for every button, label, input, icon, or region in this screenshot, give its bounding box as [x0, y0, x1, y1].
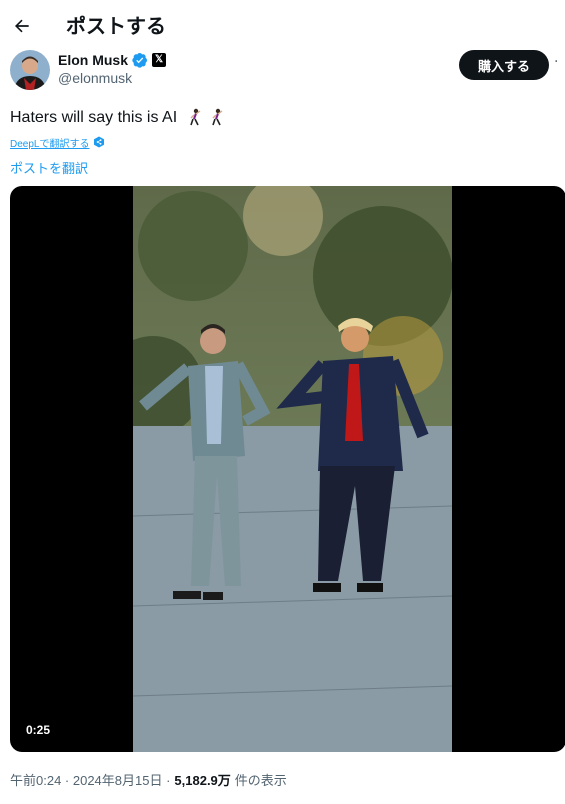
translate-post-link[interactable]: ポストを翻訳	[10, 158, 88, 177]
author-name[interactable]: Elon Musk	[58, 52, 128, 68]
deepl-logo-icon[interactable]	[93, 136, 105, 148]
view-count: 5,182.9万	[174, 773, 231, 788]
deepl-translate-link[interactable]: DeepLで翻訳する	[10, 135, 89, 150]
post-meta: 午前0:24 · 2024年8月15日 · 5,182.9万 件の表示	[10, 770, 287, 789]
view-count-label[interactable]: 件の表示	[235, 770, 287, 789]
video-timestamp: 0:25	[26, 723, 51, 737]
post-text: Haters will say this is AI	[10, 109, 178, 126]
arrow-left-icon	[15, 19, 29, 33]
x-affiliate-badge-icon[interactable]: 𝕏	[152, 53, 167, 67]
avatar[interactable]	[10, 50, 50, 90]
page-title: ポストする	[66, 14, 166, 38]
man-dancing-emoji-icon	[190, 108, 201, 126]
more-options-button[interactable]: ·	[554, 55, 564, 72]
back-button[interactable]	[8, 10, 36, 42]
author-handle[interactable]: @elonmusk	[58, 70, 132, 86]
deepl-translate-row: DeepLで翻訳する	[10, 135, 105, 150]
name-row: Elon Musk 𝕏	[58, 50, 167, 70]
video-player[interactable]: 0:25	[10, 186, 565, 752]
post-text-row: Haters will say this is AI	[10, 108, 225, 128]
page-header: ポストする	[0, 0, 565, 52]
avatar-image	[10, 50, 50, 90]
post-datetime[interactable]: 午前0:24 · 2024年8月15日 ·	[10, 770, 170, 789]
video-frame	[133, 186, 452, 752]
buy-button[interactable]: 購入する	[459, 50, 549, 80]
verified-badge-icon[interactable]	[132, 52, 148, 68]
man-dancing-emoji-icon	[212, 108, 223, 126]
